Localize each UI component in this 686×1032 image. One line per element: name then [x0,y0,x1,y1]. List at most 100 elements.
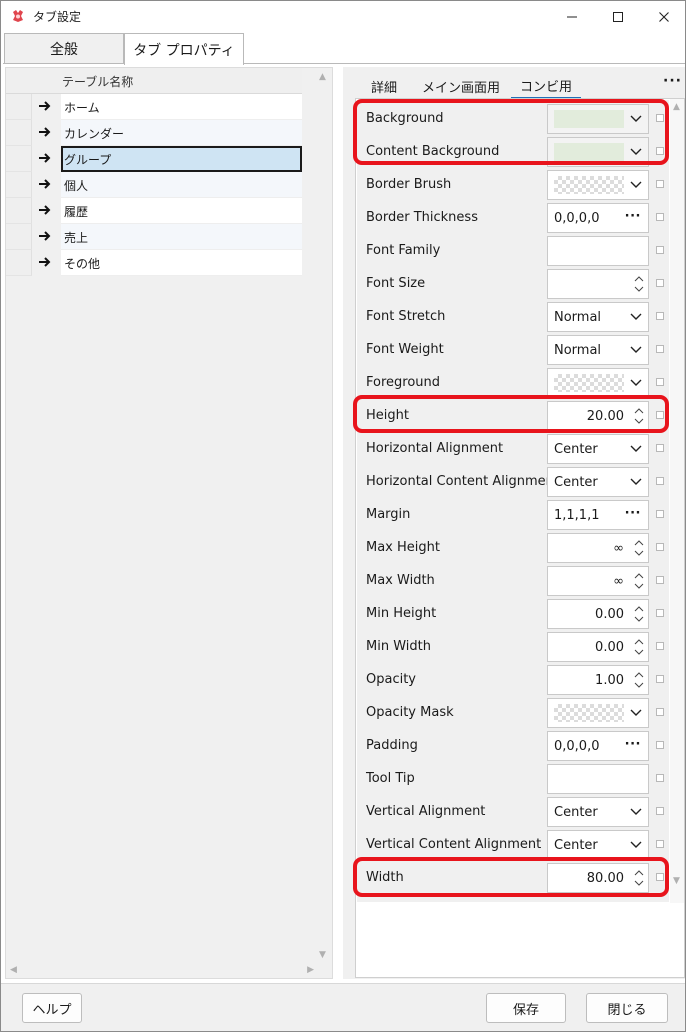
property-checkbox[interactable] [656,180,664,188]
table-cell[interactable]: 履歴 [61,198,302,224]
row-header[interactable] [6,120,32,146]
subtab-main-screen[interactable]: メイン画面用 [419,73,503,99]
dropdown[interactable]: Center [547,467,649,497]
close-button[interactable] [641,1,686,32]
thickness-editor[interactable]: 1,1,1,1 ··· [547,500,649,530]
property-checkbox[interactable] [656,774,664,782]
dropdown[interactable]: Center [547,434,649,464]
property-value: 0.00 [595,640,624,655]
property-scrollbar[interactable]: ▲ ▼ [670,99,684,903]
dropdown[interactable]: Center [547,830,649,860]
property-checkbox[interactable] [656,510,664,518]
property-label: Horizontal Content Alignment [366,474,559,489]
ellipsis-icon[interactable]: ··· [625,209,641,224]
spin-arrows-icon[interactable] [633,635,645,659]
table-row[interactable]: 個人 [6,172,302,198]
table-cell[interactable]: グループ [61,146,302,172]
property-checkbox[interactable] [656,675,664,683]
arrow-right-icon [39,101,51,111]
close-dialog-button[interactable]: 閉じる [586,993,668,1023]
scroll-up-icon[interactable]: ▲ [673,102,680,112]
numeric-stepper[interactable]: 1.00 [547,665,649,695]
spin-arrows-icon[interactable] [633,272,645,296]
maximize-button[interactable] [595,1,641,32]
row-header[interactable] [6,146,32,172]
horizontal-scrollbar[interactable]: ◀ ▶ [6,962,316,978]
numeric-stepper[interactable]: 0.00 [547,599,649,629]
table-row[interactable]: その他 [6,250,302,276]
dropdown[interactable]: Normal [547,335,649,365]
property-checkbox[interactable] [656,279,664,287]
row-header[interactable] [6,250,32,276]
row-header[interactable] [6,198,32,224]
property-checkbox[interactable] [656,444,664,452]
property-checkbox[interactable] [656,576,664,584]
numeric-stepper[interactable] [547,269,649,299]
spin-arrows-icon[interactable] [633,668,645,692]
property-checkbox[interactable] [656,741,664,749]
property-label: Margin [366,507,411,522]
save-button[interactable]: 保存 [486,993,566,1023]
row-header[interactable] [6,94,32,120]
spin-arrows-icon[interactable] [633,569,645,593]
scroll-down-icon[interactable]: ▼ [319,950,326,960]
subtab-combi[interactable]: コンビ用 [511,73,581,99]
tab-general[interactable]: 全般 [4,33,124,64]
minimize-button[interactable] [549,1,595,32]
table-cell[interactable]: カレンダー [61,120,302,146]
property-checkbox[interactable] [656,543,664,551]
table-cell[interactable]: 個人 [61,172,302,198]
table-row[interactable]: 売上 [6,224,302,250]
scroll-left-icon[interactable]: ◀ [10,965,17,975]
table-row[interactable]: ホーム [6,94,302,120]
ellipsis-icon[interactable]: ··· [625,737,641,752]
help-button[interactable]: ヘルプ [22,993,82,1023]
dropdown[interactable]: Center [547,797,649,827]
thickness-editor[interactable]: 0,0,0,0 ··· [547,203,649,233]
chevron-down-icon [630,478,642,485]
property-checkbox[interactable] [656,477,664,485]
text-input[interactable] [547,236,649,266]
ellipsis-icon[interactable]: ··· [625,506,641,521]
property-checkbox[interactable] [656,378,664,386]
numeric-stepper[interactable]: ∞ [547,533,649,563]
text-input[interactable] [547,764,649,794]
brush-picker[interactable] [547,170,649,200]
property-checkbox[interactable] [656,642,664,650]
property-checkbox[interactable] [656,345,664,353]
brush-picker[interactable] [547,698,649,728]
scroll-right-icon[interactable]: ▶ [307,965,314,975]
spin-arrows-icon[interactable] [633,602,645,626]
numeric-stepper[interactable]: 0.00 [547,632,649,662]
table-row-selected[interactable]: グループ [6,146,302,172]
subtab-details[interactable]: 詳細 [363,73,405,99]
dropdown[interactable]: Normal [547,302,649,332]
column-header-table-name[interactable]: テーブル名称 [62,73,133,90]
property-checkbox[interactable] [656,708,664,716]
tab-tab-properties[interactable]: タブ プロパティ [124,33,244,65]
table-row[interactable]: 履歴 [6,198,302,224]
brush-picker[interactable] [547,368,649,398]
more-options-icon[interactable]: ··· [663,73,682,89]
spin-arrows-icon[interactable] [633,536,645,560]
property-checkbox[interactable] [656,246,664,254]
vertical-scrollbar[interactable]: ▲ ▼ [315,68,332,962]
row-header[interactable] [6,172,32,198]
table-cell[interactable]: 売上 [61,224,302,250]
property-checkbox[interactable] [656,213,664,221]
property-label: Opacity Mask [366,705,454,720]
scroll-down-icon[interactable]: ▼ [673,876,680,886]
table-cell[interactable]: その他 [61,250,302,276]
numeric-stepper[interactable]: ∞ [547,566,649,596]
property-checkbox[interactable] [656,609,664,617]
scroll-up-icon[interactable]: ▲ [319,72,326,82]
footer-bar: ヘルプ 保存 閉じる [1,983,685,1031]
property-checkbox[interactable] [656,807,664,815]
property-row-border-brush: Border Brush [357,168,669,201]
property-checkbox[interactable] [656,840,664,848]
property-checkbox[interactable] [656,312,664,320]
table-row[interactable]: カレンダー [6,120,302,146]
table-cell[interactable]: ホーム [61,94,302,120]
thickness-editor[interactable]: 0,0,0,0 ··· [547,731,649,761]
row-header[interactable] [6,224,32,250]
